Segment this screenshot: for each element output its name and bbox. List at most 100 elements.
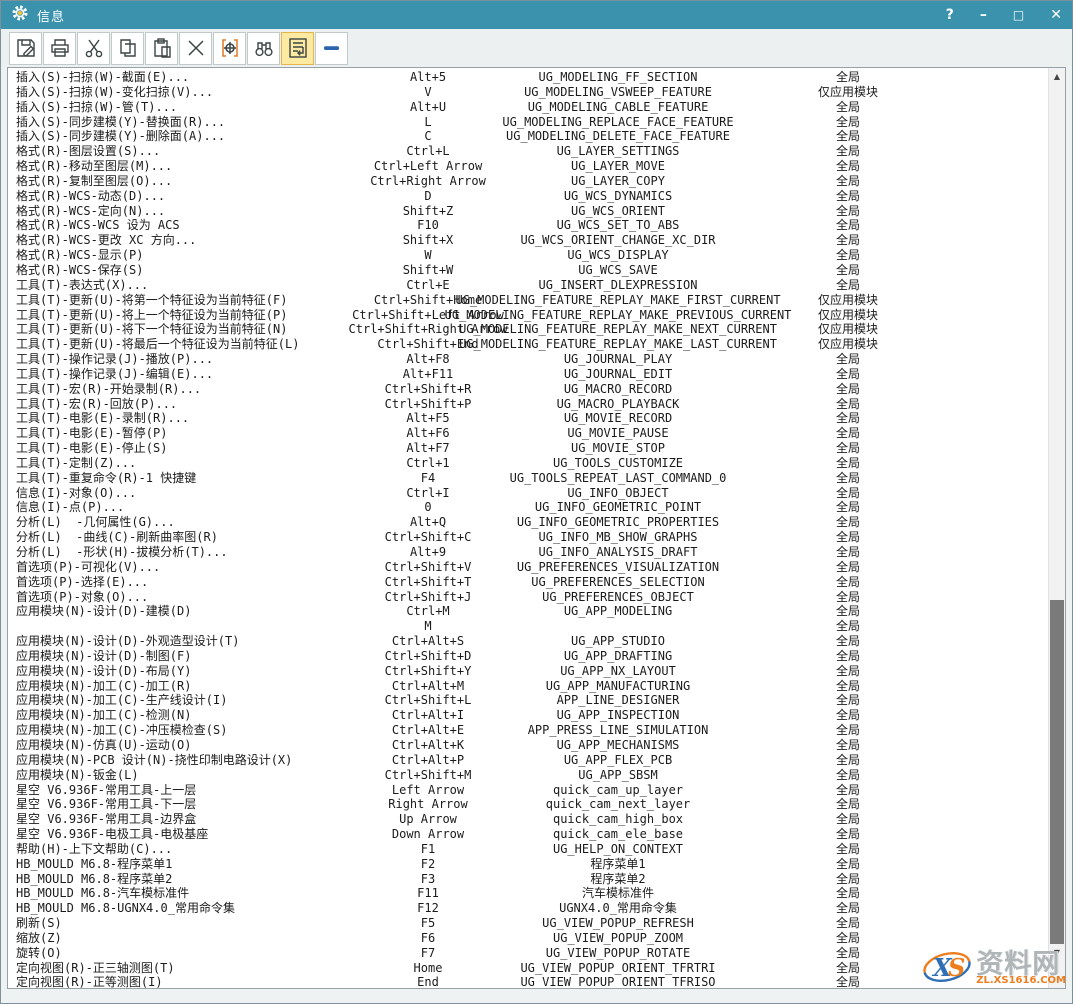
find-icon [252,36,276,60]
shortcut-cell: Ctrl+1 [406,456,449,471]
shortcut-row: 应用模块(N)-设计(D)-建模(D) Ctrl+M UG_APP_MODELI… [16,604,1048,619]
shortcut-cell: Ctrl+Shift+M [385,768,472,783]
save-icon [14,36,38,60]
command-cell: UG_JOURNAL_EDIT [564,367,672,382]
menu-path-cell: 星空 V6.936F-常用工具-边界盒 [16,812,348,827]
shortcut-cell: F4 [421,471,435,486]
shortcut-row: 工具(T)-重复命令(R)-1 快捷键 F4 UG_TOOLS_REPEAT_L… [16,471,1048,486]
menu-path-cell: 格式(R)-图层设置(S)... [16,144,348,159]
scope-cell: 全局 [836,100,860,115]
menu-path-cell: HB_MOULD M6.8-程序菜单1 [16,857,348,872]
locate-button[interactable] [213,32,246,65]
command-cell: UG_MODELING_FEATURE_REPLAY_MAKE_NEXT_CUR… [459,322,777,337]
delete-button[interactable] [179,32,212,65]
scope-cell: 全局 [836,738,860,753]
find-button[interactable] [247,32,280,65]
menu-path-cell: 定向视图(R)-正等测图(I) [16,975,348,989]
shortcut-cell: F3 [421,872,435,887]
scope-cell: 全局 [836,530,860,545]
info-window: 信息 ? – □ ✕ [0,0,1073,1004]
shortcut-row: 星空 V6.936F-电极工具-电极基座 Down Arrow quick_ca… [16,827,1048,842]
menu-path-cell: 插入(S)-扫掠(W)-变化扫掠(V)... [16,85,348,100]
menu-path-cell: 工具(T)-电影(E)-暂停(P) [16,426,348,441]
shortcut-cell: Ctrl+Alt+P [392,753,464,768]
shortcut-cell: F2 [421,857,435,872]
menu-path-cell: 工具(T)-定制(Z)... [16,456,348,471]
menu-path-cell: HB_MOULD M6.8-UGNX4.0_常用命令集 [16,901,348,916]
paste-button[interactable] [145,32,178,65]
cut-button[interactable] [77,32,110,65]
command-cell: UG_LAYER_SETTINGS [557,144,680,159]
command-cell: UG_INFO_MB_SHOW_GRAPHS [539,530,698,545]
menu-path-cell: 应用模块(N)-加工(C)-冲压模检查(S) [16,723,348,738]
shortcut-row: 格式(R)-WCS-WCS 设为 ACS F10 UG_WCS_SET_TO_A… [16,218,1048,233]
command-cell: UG_TOOLS_CUSTOMIZE [553,456,683,471]
print-button[interactable] [43,32,76,65]
command-cell: UG_PREFERENCES_OBJECT [542,590,694,605]
shortcut-row: 工具(T)-定制(Z)... Ctrl+1 UG_TOOLS_CUSTOMIZE… [16,456,1048,471]
command-cell: UG_APP_FLEX_PCB [564,753,672,768]
scope-cell: 全局 [836,693,860,708]
vertical-scrollbar[interactable]: ▲ ▼ [1048,68,1065,988]
scope-cell: 全局 [836,278,860,293]
shortcut-row: 格式(R)-WCS-更改 XC 方向... Shift+X UG_WCS_ORI… [16,233,1048,248]
scroll-down-icon[interactable]: ▼ [1049,944,1065,960]
command-cell: quick_cam_ele_base [553,827,683,842]
shortcut-listing-area[interactable]: 插入(S)-扫掠(W)-截面(E)... Alt+5 UG_MODELING_F… [7,67,1066,989]
scope-cell: 全局 [836,946,860,961]
menu-path-cell: 工具(T)-更新(U)-将第一个特征设为当前特征(F) [16,293,348,308]
command-cell: UG_MOVIE_STOP [571,441,665,456]
scope-cell: 全局 [836,812,860,827]
shortcut-list: 插入(S)-扫掠(W)-截面(E)... Alt+5 UG_MODELING_F… [16,70,1048,989]
maximize-button[interactable]: □ [1013,9,1024,21]
scope-cell: 仅应用模块 [818,322,878,337]
shortcut-row: 应用模块(N)-加工(C)-生产线设计(I) Ctrl+Shift+L APP_… [16,693,1048,708]
shortcut-cell: Ctrl+Left Arrow [374,159,482,174]
menu-path-cell: 格式(R)-复制至图层(O)... [16,174,348,189]
scrollbar-thumb[interactable] [1050,600,1064,944]
shortcut-cell: Ctrl+L [406,144,449,159]
shortcut-row: 星空 V6.936F-常用工具-下一层 Right Arrow quick_ca… [16,797,1048,812]
save-button[interactable] [9,32,42,65]
menu-path-cell: 应用模块(N)-设计(D)-制图(F) [16,649,348,664]
menu-path-cell: 分析(L) -形状(H)-拔模分析(T)... [16,545,348,560]
window-bottom-strip [1,989,1072,1003]
shortcut-cell: End [417,975,439,989]
shortcut-row: 分析(L) -几何属性(G)... Alt+Q UG_INFO_GEOMETRI… [16,515,1048,530]
shortcut-cell: Alt+F11 [403,367,454,382]
shortcut-cell: Ctrl+Shift+R [385,382,472,397]
shortcut-row: 首选项(P)-对象(O)... Ctrl+Shift+J UG_PREFEREN… [16,590,1048,605]
scope-cell: 全局 [836,753,860,768]
menu-path-cell: 格式(R)-移动至图层(M)... [16,159,348,174]
close-button[interactable]: ✕ [1050,8,1062,22]
scope-cell: 全局 [836,397,860,412]
scroll-up-icon[interactable]: ▲ [1049,68,1065,84]
command-cell: 程序菜单1 [590,857,645,872]
scope-cell: 全局 [836,886,860,901]
menu-path-cell: 工具(T)-电影(E)-录制(R)... [16,411,348,426]
collapse-button[interactable] [315,32,348,65]
menu-path-cell: 定向视图(R)-正三轴测图(T) [16,961,348,976]
help-button[interactable]: ? [946,8,954,22]
minimize-button[interactable]: – [980,8,987,22]
shortcut-row: 工具(T)-宏(R)-开始录制(R)... Ctrl+Shift+R UG_MA… [16,382,1048,397]
command-cell: 汽车模标准件 [582,886,654,901]
shortcut-row: 应用模块(N)-设计(D)-布局(Y) Ctrl+Shift+Y UG_APP_… [16,664,1048,679]
command-cell: UG_APP_INSPECTION [557,708,680,723]
wrap-button[interactable] [281,32,314,65]
shortcut-row: 格式(R)-WCS-保存(S) Shift+W UG_WCS_SAVE 全局 [16,263,1048,278]
shortcut-cell: F6 [421,931,435,946]
copy-button[interactable] [111,32,144,65]
menu-path-cell: 插入(S)-同步建模(Y)-删除面(A)... [16,129,348,144]
menu-path-cell: 应用模块(N)-加工(C)-生产线设计(I) [16,693,348,708]
menu-path-cell: 格式(R)-WCS-保存(S) [16,263,348,278]
shortcut-row: HB_MOULD M6.8-程序菜单2 F3 程序菜单2 全局 [16,872,1048,887]
shortcut-row: 星空 V6.936F-常用工具-边界盒 Up Arrow quick_cam_h… [16,812,1048,827]
scope-cell: 全局 [836,560,860,575]
shortcut-row: 格式(R)-WCS-定向(N)... Shift+Z UG_WCS_ORIENT… [16,204,1048,219]
command-cell: UG_MODELING_FEATURE_REPLAY_MAKE_PREVIOUS… [445,308,792,323]
shortcut-row: 格式(R)-图层设置(S)... Ctrl+L UG_LAYER_SETTING… [16,144,1048,159]
shortcut-row: 工具(T)-更新(U)-将上一个特征设为当前特征(P) Ctrl+Shift+L… [16,308,1048,323]
command-cell: quick_cam_up_layer [553,783,683,798]
scope-cell: 全局 [836,723,860,738]
